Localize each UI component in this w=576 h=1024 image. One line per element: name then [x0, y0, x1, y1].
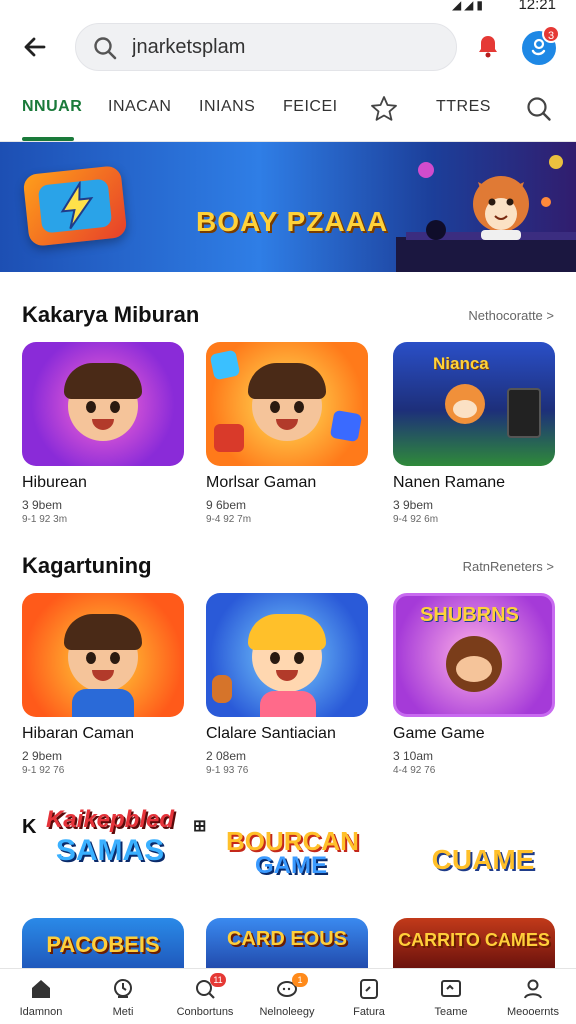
mascot-stage-illustration	[396, 155, 576, 272]
app-meta-secondary: 9-1 93 76	[206, 765, 249, 776]
logo-kaikepbled[interactable]: Kaikepbled SAMAS	[40, 808, 180, 866]
app-meta: 2 9bem	[22, 749, 63, 763]
banner-logo	[22, 165, 128, 247]
app-name: Clalare Santiacian	[206, 725, 336, 742]
app-thumbnail	[22, 593, 184, 717]
nav-teame[interactable]: Teame	[410, 969, 492, 1024]
app-name: Hiburean	[22, 474, 87, 491]
app-name: Morlsar Gaman	[206, 474, 317, 491]
search-tab-icon[interactable]	[524, 94, 554, 124]
nav-meti[interactable]: Meti	[82, 969, 164, 1024]
person-icon	[524, 979, 542, 999]
section-header: Kakarya Miburan Nethocoratte >	[22, 302, 554, 332]
search-icon	[94, 37, 117, 60]
home-icon	[32, 980, 50, 998]
featured-logos: K Kaikepbled SAMAS ⊞ BOURCAN GAME CUAME	[0, 798, 576, 898]
nav-conbortuns[interactable]: 11 Conbortuns	[164, 969, 246, 1024]
logo-row-prefix: K	[22, 816, 37, 838]
logo-cuame[interactable]: CUAME	[428, 846, 538, 874]
signal-icon: ◢◢▮	[451, 0, 486, 12]
app-meta-secondary: 9-1 92 3m	[22, 514, 68, 525]
app-card[interactable]: SHUBRNS Game Game 3 10am 4-4 92 76	[393, 593, 555, 776]
status-bar: ◢◢▮ 12:21	[0, 0, 576, 14]
receipt-icon	[360, 979, 378, 999]
nav-badge: 11	[210, 973, 226, 987]
app-thumbnail	[206, 593, 368, 717]
back-arrow-icon[interactable]	[18, 30, 52, 64]
app-name: Hibaran Caman	[22, 725, 135, 742]
logo-bourcan-game[interactable]: BOURCAN GAME	[226, 828, 359, 878]
category-tabs: NNUAR INACAN INIANS FEICEI TTRES	[0, 86, 576, 142]
app-meta: 2 08em	[206, 749, 247, 763]
nav-badge: 1	[292, 973, 308, 987]
app-card[interactable]: Morlsar Gaman 9 6bem 9-4 92 7m	[206, 342, 368, 525]
nav-fatura[interactable]: Fatura	[328, 969, 410, 1024]
profile-avatar[interactable]: 3	[522, 25, 560, 65]
search-input[interactable]	[132, 32, 432, 62]
app-meta-secondary: 9-4 92 6m	[393, 514, 439, 525]
clock-icon	[114, 979, 132, 998]
clock: 12:21	[518, 0, 556, 13]
app-meta: 3 10am	[393, 749, 434, 763]
app-card[interactable]: Hiburean 3 9bem 9-1 92 3m	[22, 342, 184, 525]
app-meta: 9 6bem	[206, 498, 247, 512]
app-thumbnail	[22, 342, 184, 466]
tab-ttres[interactable]: TTRES	[436, 98, 491, 116]
app-meta-secondary: 4-4 92 76	[393, 765, 436, 776]
section-header: Kagartuning RatnReneters >	[22, 553, 554, 583]
lightning-icon	[60, 179, 94, 230]
app-meta: 3 9bem	[393, 498, 434, 512]
app-meta: 3 9bem	[22, 498, 63, 512]
section-title: Kakarya Miburan	[22, 302, 200, 327]
tab-feicei[interactable]: FEICEI	[283, 98, 338, 116]
nav-meooernts[interactable]: Meooernts	[492, 969, 574, 1024]
card-icon	[441, 980, 461, 997]
bottom-navigation: Idamnon Meti 11 Conbortuns 1 Nelnoleegy …	[0, 968, 576, 1024]
see-more-link[interactable]: RatnReneters >	[463, 559, 554, 574]
app-card[interactable]: Clalare Santiacian 2 08em 9-1 93 76	[206, 593, 368, 776]
active-tab-indicator	[22, 137, 74, 141]
app-card[interactable]: Nianca Nanen Ramane 3 9bem 9-4 92 6m	[393, 342, 555, 525]
top-bar: 3	[0, 18, 576, 78]
search-bar[interactable]	[75, 23, 457, 71]
banner-title: BOAY PZAAA	[196, 206, 389, 237]
gamepad-icon: ⊞	[193, 818, 207, 835]
tab-inacan[interactable]: INACAN	[108, 98, 171, 116]
app-thumbnail	[206, 342, 368, 466]
see-more-link[interactable]: Nethocoratte >	[468, 308, 554, 323]
notification-bell-icon[interactable]	[474, 32, 502, 60]
star-tab-icon[interactable]	[369, 94, 399, 124]
promo-banner[interactable]: BOAY PZAAA	[0, 142, 576, 272]
app-meta-secondary: 9-1 92 76	[22, 765, 65, 776]
tab-inians[interactable]: INIANS	[199, 98, 255, 116]
nav-nelnoleegy[interactable]: 1 Nelnoleegy	[246, 969, 328, 1024]
app-name: Nanen Ramane	[393, 474, 506, 491]
notification-badge: 3	[542, 25, 560, 43]
nav-home[interactable]: Idamnon	[0, 969, 82, 1024]
app-thumbnail: Nianca	[393, 342, 555, 466]
app-meta-secondary: 9-4 92 7m	[206, 514, 252, 525]
section-title: Kagartuning	[22, 553, 152, 578]
app-card[interactable]: Hibaran Caman 2 9bem 9-1 92 76	[22, 593, 184, 776]
app-thumbnail: SHUBRNS	[393, 593, 555, 717]
tab-nnuar[interactable]: NNUAR	[22, 98, 82, 116]
app-name: Game Game	[393, 725, 485, 742]
